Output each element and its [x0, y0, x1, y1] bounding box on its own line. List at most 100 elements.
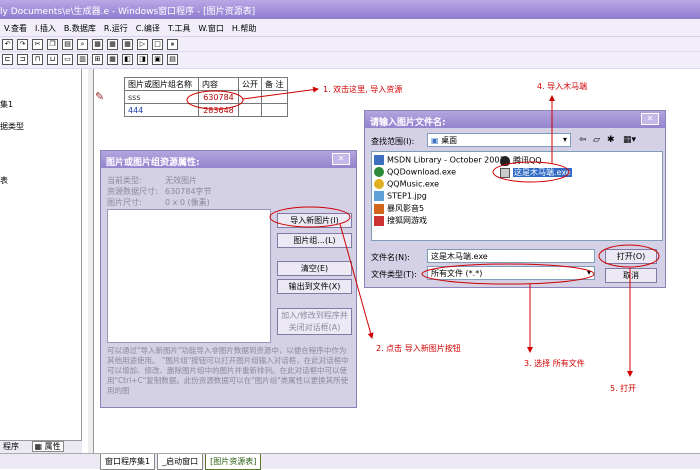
center-icon[interactable]: ⊞ — [92, 54, 103, 65]
annotation-5: 5. 打开 — [610, 384, 637, 393]
resource-name[interactable]: 444 — [124, 103, 199, 117]
file-name: 暴风影音5 — [387, 204, 425, 213]
remark-cell[interactable] — [261, 103, 288, 117]
info-value: 无效图片 — [165, 176, 197, 185]
cut-icon[interactable]: ✂ — [32, 39, 43, 50]
up-folder-icon[interactable]: ▱ — [593, 135, 600, 145]
align-right-icon[interactable]: ⊐ — [17, 54, 28, 65]
menu-view[interactable]: V.查看 — [0, 19, 31, 34]
shortcut-icon — [374, 203, 384, 214]
cancel-button[interactable]: 取消 — [605, 268, 657, 283]
exe-icon — [500, 167, 510, 178]
space-icon[interactable]: ▥ — [77, 54, 88, 65]
window-tab-bar: 窗口程序集1 _启动窗口 [图片资源表] — [0, 453, 700, 470]
grid-icon[interactable]: ▦ — [107, 54, 118, 65]
list-item[interactable]: 搜狐网游戏 — [374, 215, 427, 226]
stop-icon[interactable]: □ — [152, 39, 163, 50]
menu-bar: V.查看 I.插入 B.数据库 R.运行 C.编译 T.工具 W.窗口 H.帮助 — [0, 19, 700, 37]
filename-input[interactable]: 这是木马端.exe — [427, 249, 595, 263]
filename-label: 文件名(N): — [371, 253, 410, 262]
list-item-selected[interactable]: 这是木马端.exe — [500, 167, 572, 178]
tab-program[interactable]: 程序 — [3, 442, 19, 451]
undo-icon[interactable]: ↶ — [2, 39, 13, 50]
table-row[interactable]: 444 283648 — [124, 103, 288, 117]
tab-properties-label: 属性 — [44, 442, 61, 451]
resource-content[interactable]: 630784 — [198, 90, 239, 104]
tab-image-resource-table[interactable]: [图片资源表] — [205, 454, 262, 470]
redo-icon[interactable]: ↷ — [17, 39, 28, 50]
list-item[interactable]: 暴风影音5 — [374, 203, 424, 214]
export-button[interactable]: 输出到文件(X) — [277, 279, 352, 294]
resource-name[interactable]: sss — [124, 90, 199, 104]
align-bottom-icon[interactable]: ⊔ — [47, 54, 58, 65]
resource-table: 图片或图片组名称 内容 公开 备 注 sss 630784 444 283648 — [124, 77, 288, 117]
list-item[interactable]: QQMusic.exe — [374, 179, 439, 189]
table-header: 内容 — [198, 77, 239, 91]
table-header: 备 注 — [261, 77, 288, 91]
look-in-label: 查找范围(I): — [371, 137, 415, 146]
chevron-down-icon: ▾ — [586, 268, 591, 277]
menu-window[interactable]: W.窗口 — [194, 19, 228, 34]
tab-startup-window[interactable]: _启动窗口 — [157, 454, 204, 470]
run-icon[interactable]: ▷ — [137, 39, 148, 50]
public-cell[interactable] — [238, 103, 262, 117]
table-header-row: 图片或图片组名称 内容 公开 备 注 — [124, 77, 288, 91]
list-item[interactable]: STEP1.jpg — [374, 191, 427, 201]
back-icon[interactable]: ⇦ — [579, 135, 587, 145]
annotation-1: 1. 双击这里, 导入资源 — [323, 85, 403, 94]
remark-cell[interactable] — [261, 90, 288, 104]
layout2-icon[interactable]: ▦ — [107, 39, 118, 50]
front-icon[interactable]: ◧ — [122, 54, 133, 65]
file-name: MSDN Library - October 2001 — [387, 155, 505, 165]
menu-insert[interactable]: I.插入 — [31, 19, 60, 34]
paste-icon[interactable]: ▤ — [62, 39, 73, 50]
look-in-select[interactable]: ▣ 桌面 ▾ — [427, 133, 571, 147]
layout3-icon[interactable]: ▦ — [122, 39, 133, 50]
list-item[interactable]: MSDN Library - October 2001 — [374, 155, 505, 165]
new-folder-icon[interactable]: ✱ — [607, 135, 615, 145]
public-cell[interactable] — [238, 90, 262, 104]
menu-compile[interactable]: C.编译 — [132, 19, 164, 34]
lock-icon[interactable]: ▣ — [152, 54, 163, 65]
back-icon[interactable]: ◨ — [137, 54, 148, 65]
copy-icon[interactable]: ❐ — [47, 39, 58, 50]
look-in-value: 桌面 — [441, 136, 458, 145]
open-button[interactable]: 打开(O) — [605, 249, 657, 264]
annotation-4: 4. 导入木马端 — [537, 82, 588, 91]
align-top-icon[interactable]: ⊓ — [32, 54, 43, 65]
size-icon[interactable]: ▭ — [62, 54, 73, 65]
view-menu-icon[interactable]: ▦▾ — [623, 135, 636, 145]
menu-tools[interactable]: T.工具 — [164, 19, 194, 34]
image-preview — [107, 209, 271, 343]
tab-properties[interactable]: ▦ 属性 — [31, 441, 64, 452]
annotation-2: 2. 点击 导入新图片按钮 — [376, 344, 461, 353]
tab-order-icon[interactable]: ▤ — [167, 54, 178, 65]
list-item[interactable]: 腾讯QQ — [500, 155, 542, 166]
import-image-button[interactable]: 导入新图片(I) — [277, 213, 352, 228]
menu-help[interactable]: H.帮助 — [228, 19, 260, 34]
tree-item[interactable]: 据类型 — [0, 121, 24, 132]
tree-item[interactable]: 集1 — [0, 99, 13, 110]
dialog-title: 请输入图片文件名: — [365, 111, 665, 128]
filetype-select[interactable]: 所有文件 (*.*) ▾ — [427, 266, 595, 280]
file-name: 搜狐网游戏 — [387, 216, 427, 225]
table-row[interactable]: sss 630784 — [124, 90, 288, 104]
menu-database[interactable]: B.数据库 — [60, 19, 100, 34]
find-icon[interactable]: ⌕ — [77, 39, 88, 50]
image-group-button[interactable]: 图片组...(L) — [277, 233, 352, 248]
tree-item[interactable]: 表 — [0, 175, 8, 186]
menu-run[interactable]: R.运行 — [100, 19, 132, 34]
close-icon[interactable]: ✕ — [641, 113, 659, 125]
clear-button[interactable]: 清空(E) — [277, 261, 352, 276]
file-name: STEP1.jpg — [387, 191, 427, 201]
tab-window-program-set[interactable]: 窗口程序集1 — [100, 454, 156, 470]
list-item[interactable]: QQDownload.exe — [374, 167, 456, 177]
close-icon[interactable]: ✕ — [332, 153, 350, 165]
resource-content[interactable]: 283648 — [198, 103, 239, 117]
layout-icon[interactable]: ▦ — [92, 39, 103, 50]
align-left-icon[interactable]: ⊏ — [2, 54, 13, 65]
debug-icon[interactable]: ⏸ — [167, 39, 178, 50]
shortcut-icon — [374, 215, 384, 226]
add-close-button[interactable]: 加入/修改到程序并关闭对话框(A) — [277, 308, 352, 335]
exe-icon — [374, 167, 384, 177]
